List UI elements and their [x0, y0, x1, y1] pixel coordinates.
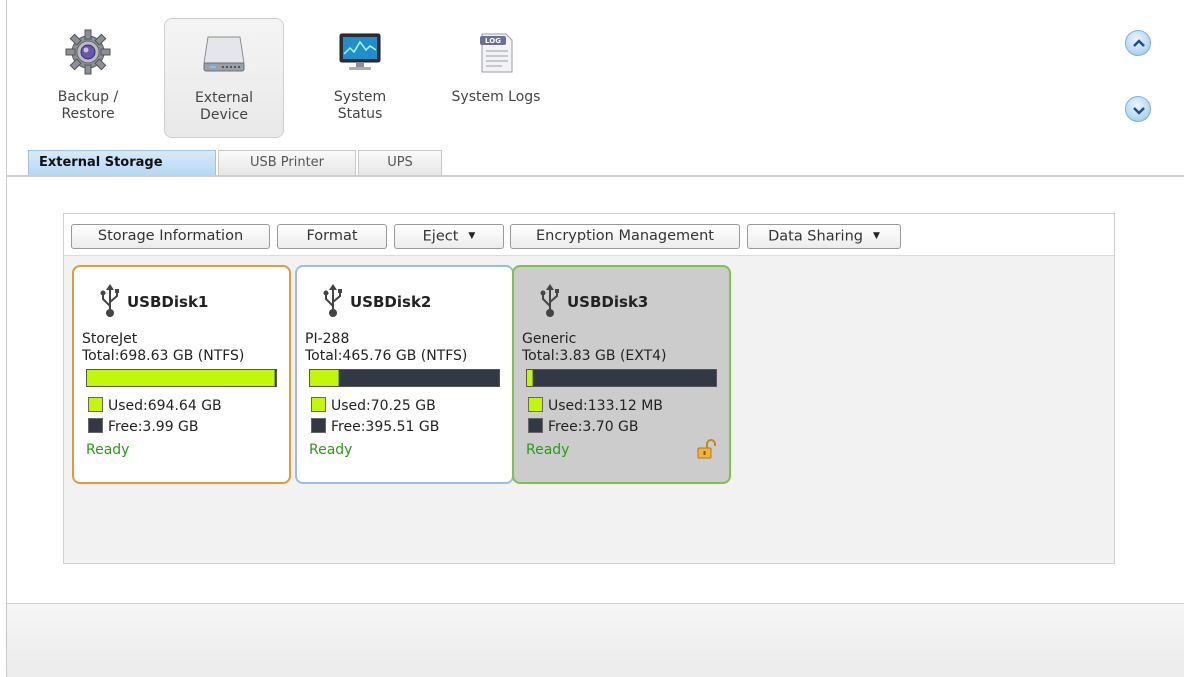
- used-legend: Used:694.64 GB: [88, 397, 222, 414]
- disk-total: Total:698.63 GB (NTFS): [82, 348, 245, 364]
- tab-divider: [6, 175, 1184, 177]
- free-value: Free:395.51 GB: [331, 419, 440, 435]
- used-legend: Used:70.25 GB: [311, 397, 436, 414]
- free-legend: Free:3.70 GB: [528, 418, 639, 435]
- nav-label-backup-restore: Backup / Restore: [57, 89, 119, 122]
- disk-vendor: StoreJet: [82, 331, 138, 347]
- eject-label: Eject: [422, 228, 459, 245]
- chevron-up-icon: [1133, 39, 1145, 47]
- encryption-management-label: Encryption Management: [536, 228, 714, 244]
- disk-name: USBDisk3: [567, 293, 649, 311]
- storage-toolbar: Storage Information Format Eject ▼ Encryp…: [64, 214, 1114, 256]
- storage-information-label: Storage Information: [97, 228, 244, 244]
- usage-bar-fill: [310, 370, 339, 386]
- unlock-icon[interactable]: [696, 439, 716, 459]
- usage-bar: [526, 369, 717, 387]
- used-swatch: [528, 397, 543, 412]
- nav-label-external-device: External Device: [194, 90, 254, 123]
- window-frame-left: [6, 0, 7, 677]
- used-legend: Used:133.12 MB: [528, 397, 663, 414]
- disk-name: USBDisk2: [350, 293, 432, 311]
- nav-backup-restore[interactable]: Backup / Restore: [28, 18, 148, 138]
- format-button[interactable]: Format: [277, 224, 387, 249]
- external-storage-panel: Storage Information Format Eject ▼ Encryp…: [63, 213, 1115, 564]
- disk-total: Total:465.76 GB (NTFS): [305, 348, 468, 364]
- chevron-down-icon: [1133, 107, 1145, 115]
- nav-label-system-logs: System Logs: [451, 89, 541, 105]
- used-value: Used:133.12 MB: [548, 398, 663, 414]
- used-value: Used:694.64 GB: [108, 398, 222, 414]
- free-value: Free:3.70 GB: [548, 419, 639, 435]
- usage-bar-fill: [527, 370, 534, 386]
- scroll-up-button[interactable]: [1125, 30, 1151, 56]
- free-swatch: [88, 418, 103, 433]
- monitor-icon: [339, 33, 381, 70]
- free-swatch: [311, 418, 326, 433]
- disk-card-usbdisk3[interactable]: USBDisk3 Generic Total:3.83 GB (EXT4) Us…: [512, 265, 731, 484]
- status-text: Ready: [86, 442, 130, 458]
- status-text: Ready: [309, 442, 353, 458]
- usage-bar: [86, 369, 277, 387]
- disk-card-usbdisk2[interactable]: USBDisk2 PI-288 Total:465.76 GB (NTFS) U…: [295, 265, 514, 484]
- disk-name: USBDisk1: [127, 293, 209, 311]
- format-label: Format: [306, 228, 358, 244]
- used-swatch: [311, 397, 326, 412]
- eject-button[interactable]: Eject ▼: [394, 224, 504, 249]
- disk-vendor: Generic: [522, 331, 577, 347]
- nav-system-status[interactable]: System Status: [300, 18, 420, 138]
- dropdown-arrow-icon: ▼: [468, 231, 476, 241]
- nav-system-logs[interactable]: LOG System Logs: [436, 18, 556, 138]
- data-sharing-label: Data Sharing: [768, 228, 863, 245]
- gear-icon: [65, 29, 111, 75]
- disk-card-usbdisk1[interactable]: USBDisk1 StoreJet Total:698.63 GB (NTFS)…: [72, 265, 291, 484]
- log-document-icon: LOG: [480, 33, 513, 73]
- free-legend: Free:3.99 GB: [88, 418, 199, 435]
- usb-icon: [323, 284, 342, 317]
- status-text: Ready: [526, 442, 570, 458]
- encryption-management-button[interactable]: Encryption Management: [510, 224, 740, 249]
- storage-information-button[interactable]: Storage Information: [71, 224, 270, 249]
- free-swatch: [528, 418, 543, 433]
- used-value: Used:70.25 GB: [331, 398, 436, 414]
- log-icon-text: LOG: [485, 37, 501, 45]
- hard-drive-icon: [203, 36, 245, 72]
- scroll-down-button[interactable]: [1125, 96, 1151, 122]
- usage-bar-fill: [87, 370, 275, 386]
- nav-label-system-status: System Status: [333, 89, 387, 122]
- usage-bar: [309, 369, 500, 387]
- data-sharing-button[interactable]: Data Sharing ▼: [747, 224, 901, 249]
- tab-external-storage[interactable]: External Storage: [28, 150, 216, 175]
- disk-total: Total:3.83 GB (EXT4): [522, 348, 667, 364]
- usb-icon: [100, 284, 119, 317]
- footer-bar: [7, 603, 1184, 677]
- usb-icon: [540, 284, 559, 317]
- tab-usb-printer[interactable]: USB Printer: [218, 150, 356, 175]
- used-swatch: [88, 397, 103, 412]
- free-legend: Free:395.51 GB: [311, 418, 439, 435]
- free-value: Free:3.99 GB: [108, 419, 199, 435]
- tab-ups[interactable]: UPS: [358, 150, 442, 175]
- disk-vendor: PI-288: [305, 331, 350, 347]
- nav-external-device[interactable]: External Device: [164, 18, 284, 138]
- dropdown-arrow-icon: ▼: [872, 231, 880, 241]
